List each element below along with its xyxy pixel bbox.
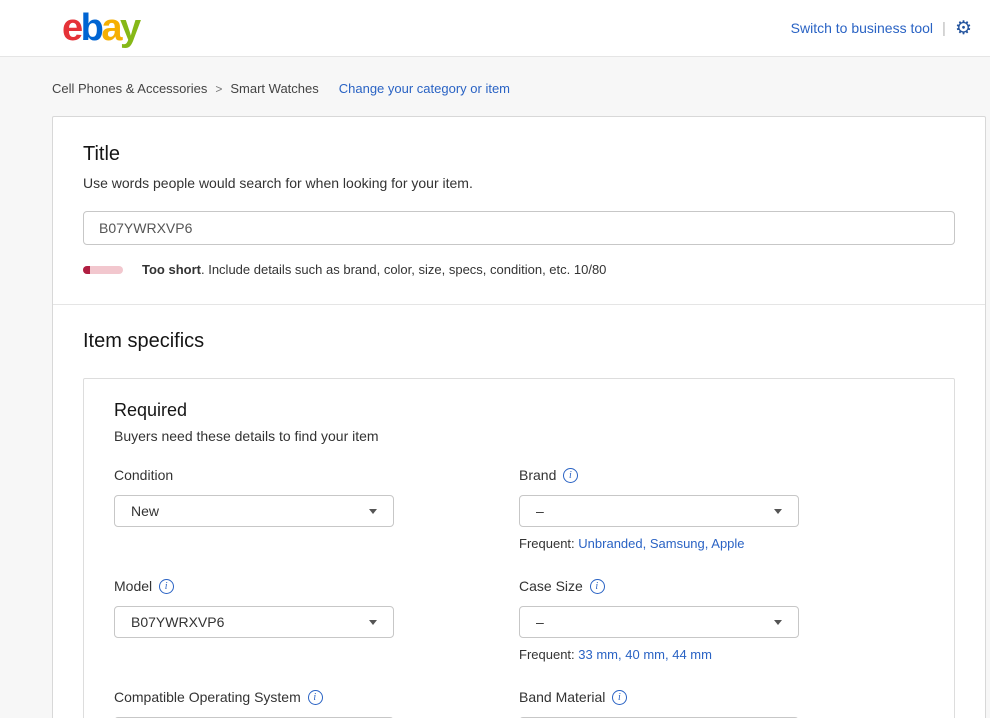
field-band-material: Band Material i – — [519, 689, 924, 718]
field-compatible-os: Compatible Operating System i – — [114, 689, 519, 718]
char-counter: 10/80 — [574, 262, 607, 277]
info-icon[interactable]: i — [612, 690, 627, 705]
breadcrumb-item-category: Cell Phones & Accessories — [52, 81, 207, 96]
change-category-link[interactable]: Change your category or item — [339, 81, 510, 96]
breadcrumb-separator: > — [215, 82, 222, 96]
breadcrumb-item-subcategory: Smart Watches — [230, 81, 318, 96]
chevron-down-icon — [369, 620, 377, 625]
info-icon[interactable]: i — [308, 690, 323, 705]
field-condition: Condition New — [114, 467, 519, 551]
frequent-label: Frequent: — [519, 536, 575, 551]
info-icon[interactable]: i — [563, 468, 578, 483]
required-heading: Required — [114, 400, 924, 421]
title-validation: Too short. Include details such as brand… — [83, 262, 955, 277]
frequent-link[interactable]: 33 mm — [578, 647, 625, 662]
compatible-os-label: Compatible Operating System — [114, 689, 301, 705]
validation-status: Too short — [142, 262, 201, 277]
title-strength-meter — [83, 266, 123, 274]
field-brand: Brand i – Frequent: UnbrandedSamsungAppl… — [519, 467, 924, 551]
chevron-down-icon — [369, 509, 377, 514]
title-input[interactable] — [83, 211, 955, 245]
required-subheading: Buyers need these details to find your i… — [114, 428, 924, 444]
header: ebay Switch to business tool | ⚙ — [0, 0, 990, 57]
logo-letter: e — [62, 7, 81, 49]
field-case-size: Case Size i – Frequent: 33 mm40 mm44 mm — [519, 578, 924, 662]
select-value: New — [131, 503, 159, 519]
logo-letter: a — [101, 7, 120, 49]
info-icon[interactable]: i — [159, 579, 174, 594]
frequent-label: Frequent: — [519, 647, 575, 662]
required-panel: Required Buyers need these details to fi… — [83, 378, 955, 718]
frequent-link[interactable]: Apple — [711, 536, 744, 551]
frequent-link[interactable]: 44 mm — [672, 647, 712, 662]
title-validation-text: Too short. Include details such as brand… — [142, 262, 606, 277]
chevron-down-icon — [774, 620, 782, 625]
frequent-link[interactable]: Unbranded — [578, 536, 650, 551]
case-size-frequent: Frequent: 33 mm40 mm44 mm — [519, 647, 924, 662]
frequent-link[interactable]: Samsung — [650, 536, 711, 551]
select-value: – — [536, 614, 544, 630]
switch-to-business-link[interactable]: Switch to business tool — [791, 20, 933, 36]
brand-frequent: Frequent: UnbrandedSamsungApple — [519, 536, 924, 551]
ebay-logo[interactable]: ebay — [62, 9, 139, 47]
case-size-select[interactable]: – — [519, 606, 799, 638]
model-label: Model — [114, 578, 152, 594]
logo-letter: b — [81, 7, 102, 49]
validation-message: . Include details such as brand, color, … — [201, 262, 570, 277]
condition-select[interactable]: New — [114, 495, 394, 527]
title-subheading: Use words people would search for when l… — [83, 175, 955, 191]
title-heading: Title — [83, 143, 955, 166]
field-model: Model i B07YWRXVP6 — [114, 578, 519, 662]
breadcrumb: Cell Phones & Accessories > Smart Watche… — [52, 81, 990, 96]
gear-icon[interactable]: ⚙ — [955, 19, 972, 38]
frequent-link[interactable]: 40 mm — [625, 647, 672, 662]
condition-label: Condition — [114, 467, 173, 483]
chevron-down-icon — [774, 509, 782, 514]
header-actions: Switch to business tool | ⚙ — [791, 19, 972, 38]
brand-label: Brand — [519, 467, 556, 483]
select-value: – — [536, 503, 544, 519]
logo-letter: y — [120, 7, 139, 49]
case-size-label: Case Size — [519, 578, 583, 594]
select-value: B07YWRXVP6 — [131, 614, 224, 630]
item-specifics-heading: Item specifics — [83, 330, 955, 353]
band-material-label: Band Material — [519, 689, 605, 705]
listing-form-card: Title Use words people would search for … — [52, 116, 986, 718]
brand-select[interactable]: – — [519, 495, 799, 527]
fields-grid: Condition New Brand i – Frequent: — [114, 467, 924, 718]
title-strength-fill — [83, 266, 90, 274]
vertical-divider: | — [942, 20, 946, 37]
model-select[interactable]: B07YWRXVP6 — [114, 606, 394, 638]
section-divider — [53, 304, 985, 305]
info-icon[interactable]: i — [590, 579, 605, 594]
